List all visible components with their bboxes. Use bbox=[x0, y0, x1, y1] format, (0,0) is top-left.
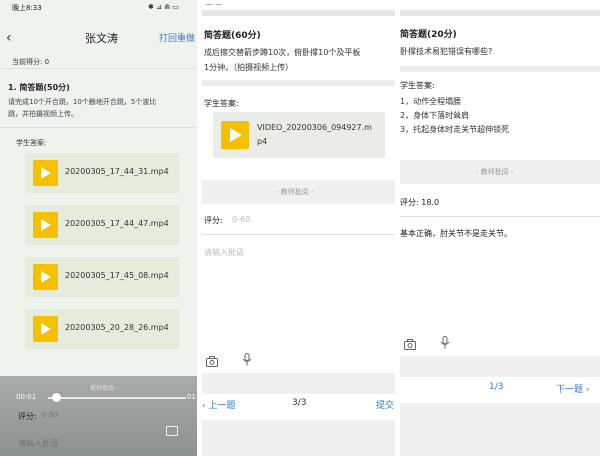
question-body-1: 请完成10个开合跳，10个触地开合跳，5个波比 bbox=[8, 98, 157, 106]
video-item[interactable]: 20200305_20_28_26.mp4 bbox=[25, 309, 179, 349]
back-icon[interactable]: ‹ bbox=[6, 30, 12, 46]
play-icon[interactable] bbox=[221, 121, 249, 149]
question-title: 1. 简答题(50分) bbox=[8, 83, 70, 92]
prev-question-button[interactable]: ‹ 上一题 bbox=[202, 398, 235, 411]
player-progress-track[interactable] bbox=[48, 397, 186, 399]
section-gap bbox=[202, 80, 395, 86]
page-indicator: 3/3 bbox=[292, 398, 307, 408]
review-header-bar: - 教师批阅 - bbox=[400, 160, 600, 184]
microphone-icon[interactable] bbox=[242, 351, 252, 370]
bottom-bar bbox=[400, 403, 600, 456]
divider bbox=[0, 127, 197, 128]
comment-input[interactable]: 请输入批语 bbox=[204, 247, 244, 258]
video-filename: 20200305_17_45_08.mp4 bbox=[65, 271, 169, 280]
score-input[interactable]: 0-50 bbox=[42, 411, 58, 419]
video-filename: 20200305_17_44_47.mp4 bbox=[65, 219, 169, 228]
divider bbox=[0, 68, 197, 69]
review-header: - 教师批阅 - bbox=[276, 188, 314, 196]
play-icon[interactable] bbox=[33, 212, 58, 238]
question-body-2: 跳，并拍摄视频上传。 bbox=[8, 110, 78, 118]
section-gap bbox=[202, 10, 395, 16]
video-item[interactable]: VIDEO_20200306_094927.m p4 bbox=[213, 112, 385, 158]
review-header: - 教师批阅 - bbox=[86, 385, 119, 392]
question-body: 卧撑技术易犯错误有哪些? bbox=[400, 47, 493, 56]
page-indicator: 1/3 bbox=[489, 382, 504, 392]
page-title: 张文涛 bbox=[85, 32, 118, 45]
screen-2: — — 简答题(60分) 成后擦交替箭步蹲10次，俯卧撑10个及平板 1分钟。（… bbox=[202, 0, 395, 456]
score-value: 评分: 18.0 bbox=[400, 198, 440, 207]
play-icon[interactable] bbox=[33, 316, 58, 342]
next-question-button[interactable]: 下一题 › bbox=[556, 382, 589, 395]
score-input[interactable]: 0-60 bbox=[232, 215, 250, 224]
video-filename-1: VIDEO_20200306_094927.m bbox=[257, 123, 372, 132]
status-icons: ✱ ⊿ ⋒ ▭ bbox=[148, 3, 179, 11]
question-body-2: 1分钟。（拍摄视频上传） bbox=[204, 63, 294, 72]
video-player-overlay[interactable]: 00:01 01 - 教师批阅 - 评分: 0-50 请输入批语 bbox=[0, 376, 197, 456]
question-title: 简答题(20分) bbox=[400, 30, 457, 40]
current-score: 当前得分: 0 bbox=[12, 58, 50, 66]
answer-line: 3，托起身体时走关节超伸锁死 bbox=[400, 125, 510, 134]
input-toolbar-gap bbox=[202, 373, 395, 394]
player-scrubber[interactable] bbox=[52, 393, 61, 402]
input-toolbar-gap bbox=[400, 356, 600, 377]
status-time: 晚上8:33 bbox=[12, 4, 42, 12]
video-filename: 20200305_17_44_31.mp4 bbox=[65, 167, 169, 176]
camera-icon[interactable] bbox=[206, 352, 218, 371]
screen-3: 简答题(20分) 卧撑技术易犯错误有哪些? 学生答案: 1，动作全程塌腰 2，身… bbox=[400, 0, 600, 456]
review-header: - 教师批阅 - bbox=[476, 168, 514, 176]
player-end-time: 01 bbox=[187, 393, 196, 401]
answer-line: 2，身体下落时耸肩 bbox=[400, 111, 470, 120]
section-gap bbox=[400, 10, 600, 16]
top-fragment: — — bbox=[206, 0, 223, 8]
video-filename: 20200305_20_28_26.mp4 bbox=[65, 323, 169, 332]
question-title: 简答题(60分) bbox=[204, 31, 261, 41]
redo-button[interactable]: 打回重做 bbox=[159, 31, 195, 44]
score-label: 评分: bbox=[204, 216, 223, 225]
bottom-bar bbox=[202, 420, 395, 456]
answer-label: 学生答案: bbox=[204, 99, 239, 108]
fullscreen-icon[interactable] bbox=[166, 426, 178, 436]
microphone-icon[interactable] bbox=[440, 334, 450, 353]
question-body-1: 成后擦交替箭步蹲10次，俯卧撑10个及平板 bbox=[204, 48, 361, 57]
play-icon[interactable] bbox=[33, 160, 58, 186]
camera-icon[interactable] bbox=[404, 335, 416, 354]
comment-input[interactable]: 请输入批语 bbox=[18, 438, 58, 449]
screen-1: 晚上8:33 ✱ ⊿ ⋒ ▭ ‹ 张文涛 打回重做 当前得分: 0 1. 简答题… bbox=[0, 0, 197, 456]
video-item[interactable]: 20200305_17_45_08.mp4 bbox=[25, 257, 179, 297]
answer-label: 学生答案: bbox=[400, 81, 435, 90]
section-gap bbox=[400, 66, 600, 72]
video-item[interactable]: 20200305_17_44_47.mp4 bbox=[25, 205, 179, 245]
player-current-time: 00:01 bbox=[16, 393, 37, 401]
play-icon[interactable] bbox=[33, 264, 58, 290]
divider bbox=[202, 234, 395, 235]
answer-label: 学生答案: bbox=[16, 139, 47, 147]
video-item[interactable]: 20200305_17_44_31.mp4 bbox=[25, 153, 179, 193]
answer-line: 1，动作全程塌腰 bbox=[400, 97, 462, 106]
video-filename-2: p4 bbox=[257, 137, 268, 146]
score-label: 评分: bbox=[18, 412, 37, 421]
review-header-bar: - 教师批阅 - bbox=[202, 180, 395, 204]
submit-button[interactable]: 提交 bbox=[376, 398, 394, 411]
teacher-comment: 基本正确，肘关节不是走关节。 bbox=[400, 229, 512, 238]
divider bbox=[400, 216, 600, 217]
